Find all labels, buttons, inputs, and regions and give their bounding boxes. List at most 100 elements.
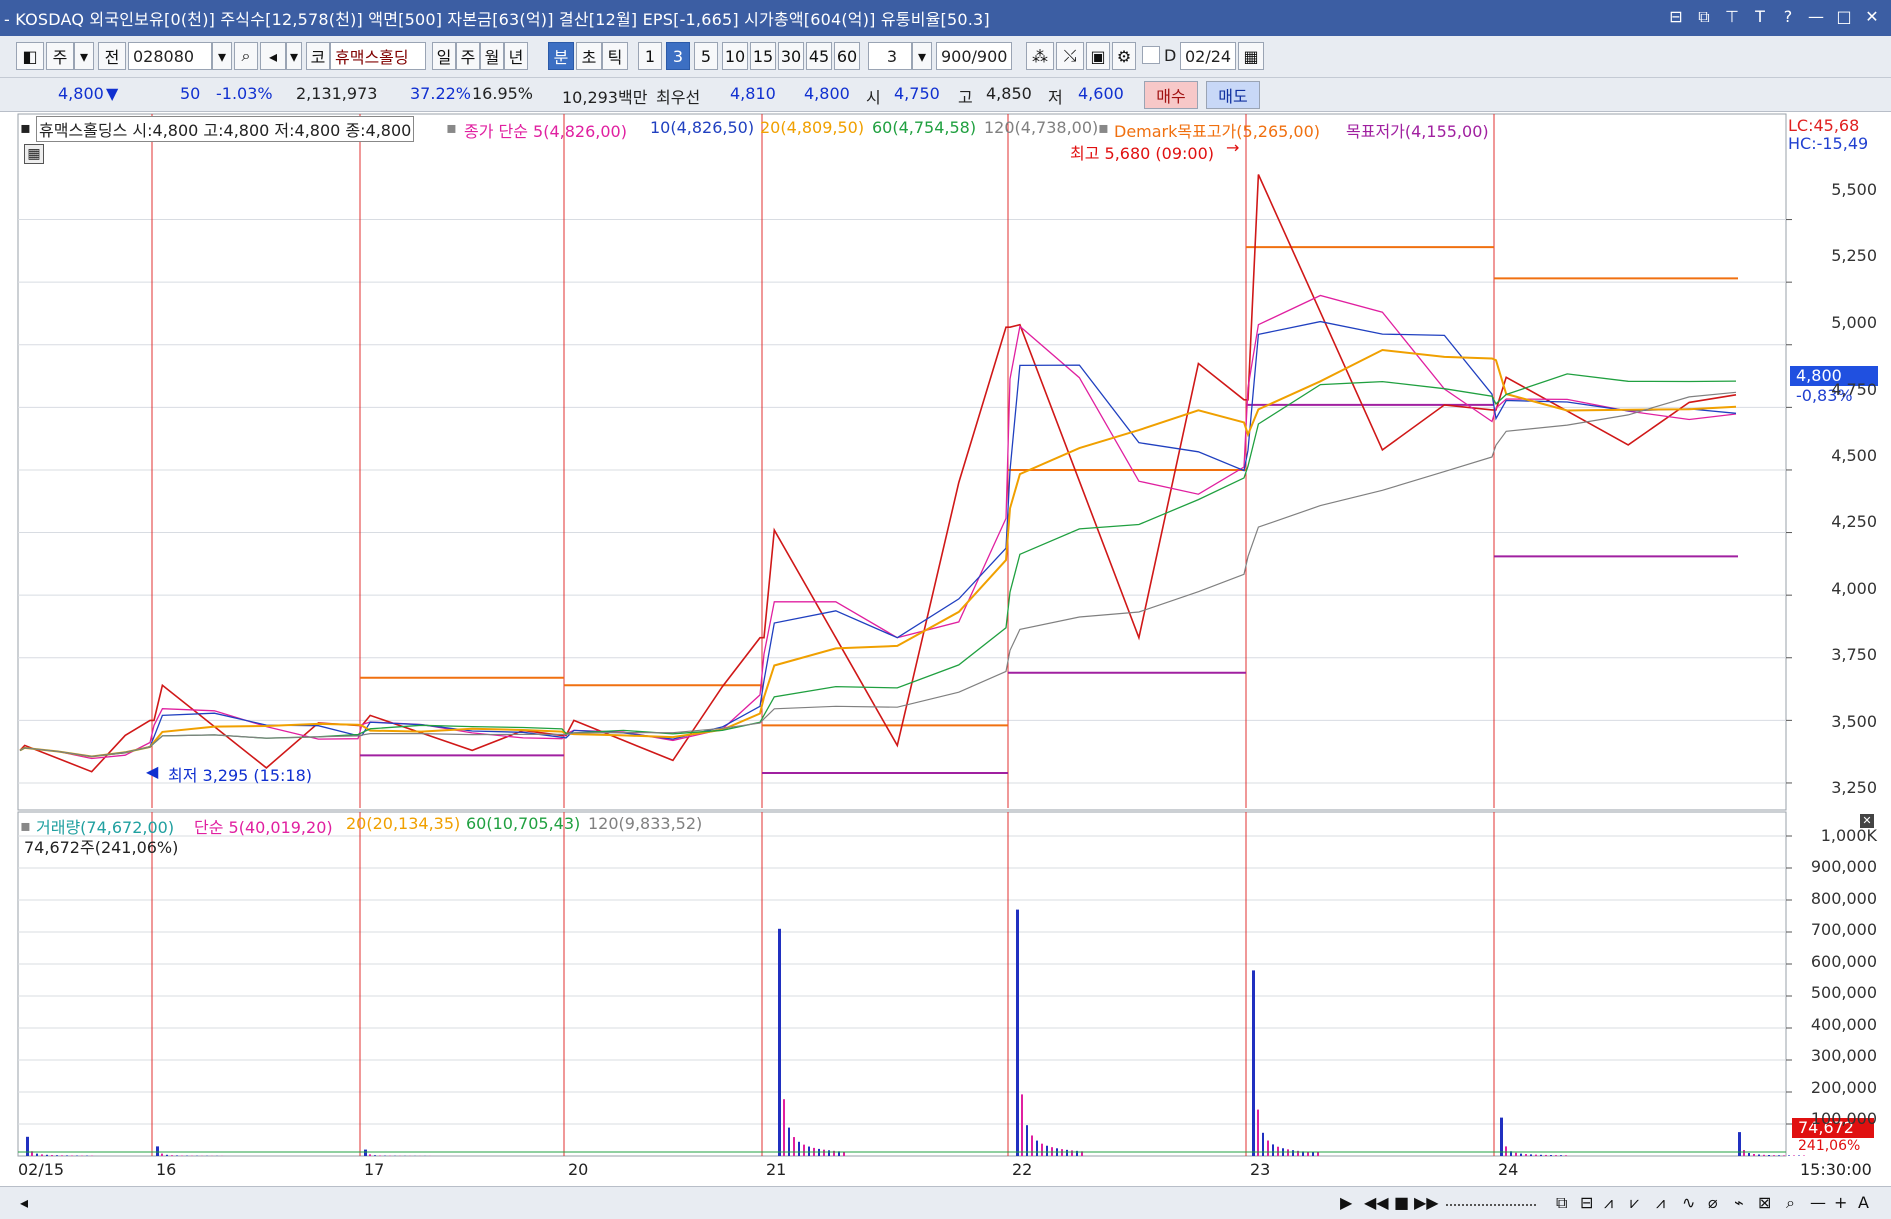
zoom-out-icon[interactable]: — <box>1810 1193 1826 1212</box>
stock-name-field[interactable]: 휴맥스홀딩 <box>330 42 426 70</box>
play-icon[interactable]: ▶ <box>1340 1193 1352 1212</box>
period-button[interactable]: 주 <box>46 42 74 70</box>
scroll-left-icon[interactable]: ◂ <box>20 1193 28 1212</box>
layout-icon[interactable]: ◧ <box>16 42 44 70</box>
tool-icon[interactable]: ⤯ <box>1056 42 1084 70</box>
volume-bar <box>156 1146 159 1156</box>
prev-button[interactable]: 전 <box>98 42 126 70</box>
volume-bar <box>1272 1144 1274 1156</box>
minute-60[interactable]: 60 <box>834 42 860 70</box>
ma60-legend[interactable]: 60(4,754,58) <box>872 118 976 137</box>
window-title: - KOSDAQ 외국인보유[0(천)] 주식수[12,578(천)] 액면[5… <box>4 10 990 29</box>
vol-ma20-legend[interactable]: 20(20,134,35) <box>346 814 460 833</box>
low-price: 4,600 <box>1078 84 1124 103</box>
ma120-legend[interactable]: 120(4,738,00) <box>984 118 1098 137</box>
tab-week[interactable]: 주 <box>456 42 480 70</box>
chart-canvas[interactable] <box>0 112 1891 1186</box>
minute-45[interactable]: 45 <box>806 42 832 70</box>
vol-ma60-legend[interactable]: 60(10,705,43) <box>466 814 580 833</box>
chart-tool-icon[interactable]: ⩗ <box>1630 1193 1639 1213</box>
tab-second[interactable]: 초 <box>576 42 602 70</box>
volume-bar <box>374 1155 376 1156</box>
demark-high-legend[interactable]: Demark목표고가(5,265,00) <box>1114 118 1320 142</box>
rewind-icon[interactable]: ◀◀ <box>1364 1193 1389 1212</box>
chart-tool-icon[interactable]: ⩘ <box>1656 1193 1665 1213</box>
font-icon[interactable]: T <box>1749 6 1771 28</box>
indicator-icon[interactable]: ⁂ <box>1026 42 1054 70</box>
speaker-icon[interactable]: ◂ <box>260 42 286 70</box>
period-dropdown-icon[interactable]: ▾ <box>74 42 94 70</box>
ratio-1: 37.22% <box>410 84 472 103</box>
tab-day[interactable]: 일 <box>432 42 456 70</box>
gear-icon[interactable]: ⚙ <box>1112 42 1136 70</box>
ma10-legend[interactable]: 10(4,826,50) <box>650 118 754 137</box>
scroll-slider[interactable] <box>1446 1200 1536 1206</box>
save-icon[interactable]: ▣ <box>1086 42 1110 70</box>
count-input[interactable]: 900/900 <box>936 42 1012 70</box>
chart-tool-icon[interactable]: ⌀ <box>1708 1193 1718 1212</box>
legend-box-icon: ▪ <box>20 118 31 137</box>
market-button[interactable]: 코 <box>306 42 330 70</box>
legend-box-icon: ▪ <box>446 118 457 137</box>
tab-tick[interactable]: 틱 <box>602 42 628 70</box>
time-label: 15:30:00 <box>1800 1160 1872 1179</box>
custom-minute-input[interactable]: 3 <box>868 42 912 70</box>
chart-area[interactable] <box>0 112 1891 1186</box>
help-icon[interactable]: ? <box>1777 6 1799 28</box>
price-tick: 4,000 <box>1831 579 1877 598</box>
stock-code-input[interactable]: 028080 <box>128 42 212 70</box>
volume-bar <box>1768 1155 1770 1156</box>
minute-5[interactable]: 5 <box>694 42 718 70</box>
ma5-legend[interactable]: 종가 단순 5(4,826,00) <box>464 118 627 142</box>
date-checkbox[interactable] <box>1142 46 1160 64</box>
buy-button[interactable]: 매수 <box>1144 81 1198 109</box>
tab-month[interactable]: 월 <box>480 42 504 70</box>
restore-layout-icon[interactable]: ⊟ <box>1665 6 1687 28</box>
speaker-dropdown-icon[interactable]: ▾ <box>286 42 302 70</box>
demark-low-legend[interactable]: 목표저가(4,155,00) <box>1346 118 1489 142</box>
chart-tool-icon[interactable]: ⩘ <box>1604 1193 1613 1213</box>
chart-tool-icon[interactable]: ⧉ <box>1556 1193 1567 1213</box>
tab-year[interactable]: 년 <box>504 42 528 70</box>
stop-icon[interactable]: ■ <box>1394 1193 1409 1212</box>
code-dropdown-icon[interactable]: ▾ <box>212 42 232 70</box>
minute-1[interactable]: 1 <box>638 42 662 70</box>
chart-tool-icon[interactable]: ∿ <box>1682 1193 1695 1212</box>
zoom-in-icon[interactable]: + <box>1834 1193 1847 1212</box>
sell-button[interactable]: 매도 <box>1206 81 1260 109</box>
price-tick: 5,000 <box>1831 313 1877 332</box>
minute-10[interactable]: 10 <box>722 42 748 70</box>
minute-15[interactable]: 15 <box>750 42 776 70</box>
maximize-icon[interactable]: □ <box>1833 6 1855 28</box>
vol-ma120-legend[interactable]: 120(9,833,52) <box>588 814 702 833</box>
font-size-icon[interactable]: A <box>1858 1193 1869 1212</box>
search-icon[interactable]: ⌕ <box>234 42 258 70</box>
tile-icon[interactable]: ⧉ <box>1693 6 1715 28</box>
date-input[interactable]: 02/24 <box>1180 42 1236 70</box>
close-icon[interactable]: ✕ <box>1861 6 1883 28</box>
calendar-icon[interactable]: ▦ <box>1238 42 1264 70</box>
max-arrow-icon: → <box>1226 138 1240 157</box>
volume-bar <box>1026 1125 1028 1156</box>
fast-forward-icon[interactable]: ▶▶ <box>1414 1193 1439 1212</box>
magnifier-icon[interactable]: ⌕ <box>1786 1193 1795 1213</box>
max-price-note: 최고 5,680 (09:00) <box>1070 144 1215 163</box>
chart-tool-icon[interactable]: ⊠ <box>1758 1193 1771 1212</box>
date-label: 21 <box>766 1160 787 1179</box>
grid-table-icon[interactable]: ▦ <box>24 144 44 164</box>
pin-icon[interactable]: ⊤ <box>1721 6 1743 28</box>
vol-ma5-legend[interactable]: 단순 5(40,019,20) <box>194 814 333 838</box>
volume-bar <box>1262 1132 1264 1156</box>
minute-30[interactable]: 30 <box>778 42 804 70</box>
minute-dropdown-icon[interactable]: ▾ <box>912 42 932 70</box>
chart-tool-icon[interactable]: ⊟ <box>1580 1193 1593 1212</box>
minimize-icon[interactable]: — <box>1805 6 1827 28</box>
legend-box-icon: ▪ <box>20 816 31 835</box>
chart-tool-icon[interactable]: ⌁ <box>1734 1193 1744 1212</box>
change-percent: -1.03% <box>216 84 273 103</box>
ma20-legend[interactable]: 20(4,809,50) <box>760 118 864 137</box>
tab-minute[interactable]: 분 <box>548 42 574 70</box>
volume-bar <box>161 1153 163 1156</box>
ohlc-legend[interactable]: 휴맥스홀딩스 시:4,800 고:4,800 저:4,800 종:4,800 <box>36 116 415 142</box>
minute-3[interactable]: 3 <box>666 42 690 70</box>
